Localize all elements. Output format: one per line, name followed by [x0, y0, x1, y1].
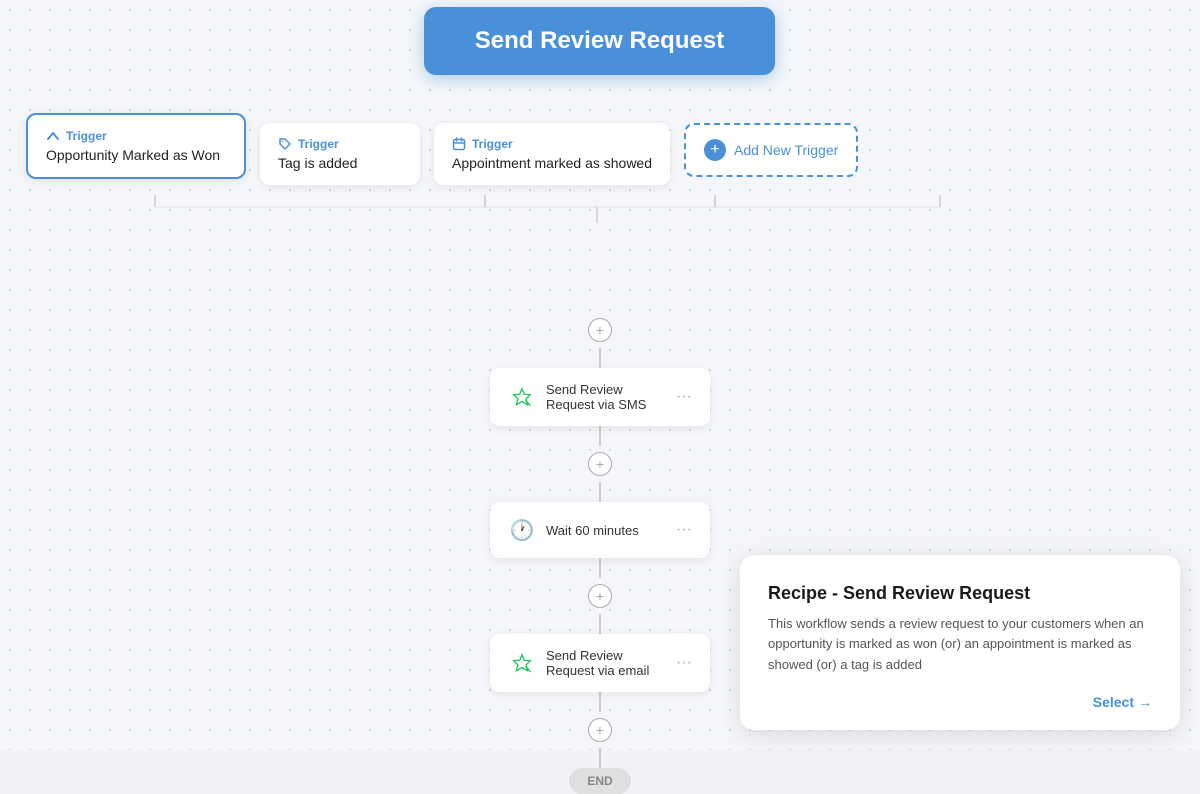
- plus-connector-2[interactable]: +: [588, 452, 612, 476]
- v-line-7: [599, 748, 601, 768]
- trigger-name-tag: Tag is added: [278, 155, 402, 171]
- v-line-5: [599, 614, 601, 634]
- step-email-menu[interactable]: ···: [676, 654, 692, 672]
- trigger-row: Trigger Opportunity Marked as Won Trigge…: [26, 113, 858, 185]
- select-button[interactable]: Select →: [1093, 694, 1152, 710]
- step-sms-menu[interactable]: ···: [676, 388, 692, 406]
- plus-connector-3[interactable]: +: [588, 584, 612, 608]
- chevron-up-icon: [46, 129, 60, 143]
- v-line-2: [599, 426, 601, 446]
- trigger-label-won: Trigger: [46, 129, 226, 143]
- trigger-card-appointment[interactable]: Trigger Appointment marked as showed: [434, 123, 670, 185]
- v-line-1: [599, 348, 601, 368]
- v-line-3: [599, 482, 601, 502]
- step-wait-label: Wait 60 minutes: [546, 523, 666, 538]
- end-label: END: [587, 774, 612, 788]
- trigger-name-won: Opportunity Marked as Won: [46, 147, 226, 163]
- calendar-icon: [452, 137, 466, 151]
- step-email-node[interactable]: Send Review Request via email ···: [490, 634, 710, 692]
- tag-icon: [278, 137, 292, 151]
- plus-connector-4[interactable]: +: [588, 718, 612, 742]
- recipe-card: Recipe - Send Review Request This workfl…: [740, 555, 1180, 730]
- trigger-label-tag: Trigger: [278, 137, 402, 151]
- end-node: END: [569, 768, 630, 794]
- recipe-footer: Select →: [768, 694, 1152, 710]
- workflow-title-card: Send Review Request: [424, 7, 775, 75]
- recipe-title: Recipe - Send Review Request: [768, 583, 1152, 604]
- step-email-label: Send Review Request via email: [546, 648, 666, 678]
- step-sms-node[interactable]: Send Review Request via SMS ···: [490, 368, 710, 426]
- plus-connector-1[interactable]: +: [588, 318, 612, 342]
- clock-icon: 🕐: [508, 516, 536, 544]
- v-line-6: [599, 692, 601, 712]
- step-wait-node[interactable]: 🕐 Wait 60 minutes ···: [490, 502, 710, 558]
- trigger-name-appointment: Appointment marked as showed: [452, 155, 652, 171]
- v-line-4: [599, 558, 601, 578]
- arrow-icon: →: [1138, 694, 1152, 710]
- step-wait-menu[interactable]: ···: [676, 521, 692, 539]
- star-email-icon: [508, 649, 536, 677]
- trigger-label-appointment: Trigger: [452, 137, 652, 151]
- step-sms-label: Send Review Request via SMS: [546, 382, 666, 412]
- select-label: Select: [1093, 694, 1134, 710]
- trigger-card-won[interactable]: Trigger Opportunity Marked as Won: [26, 113, 246, 179]
- star-sms-icon: [508, 383, 536, 411]
- add-icon: +: [704, 139, 726, 161]
- recipe-description: This workflow sends a review request to …: [768, 614, 1152, 676]
- workflow-canvas: Send Review Request Trigger Opportunity …: [0, 0, 1200, 750]
- add-trigger-button[interactable]: + Add New Trigger: [684, 123, 858, 177]
- workflow-title: Send Review Request: [475, 27, 724, 54]
- trigger-card-tag[interactable]: Trigger Tag is added: [260, 123, 420, 185]
- add-trigger-label: Add New Trigger: [734, 142, 838, 158]
